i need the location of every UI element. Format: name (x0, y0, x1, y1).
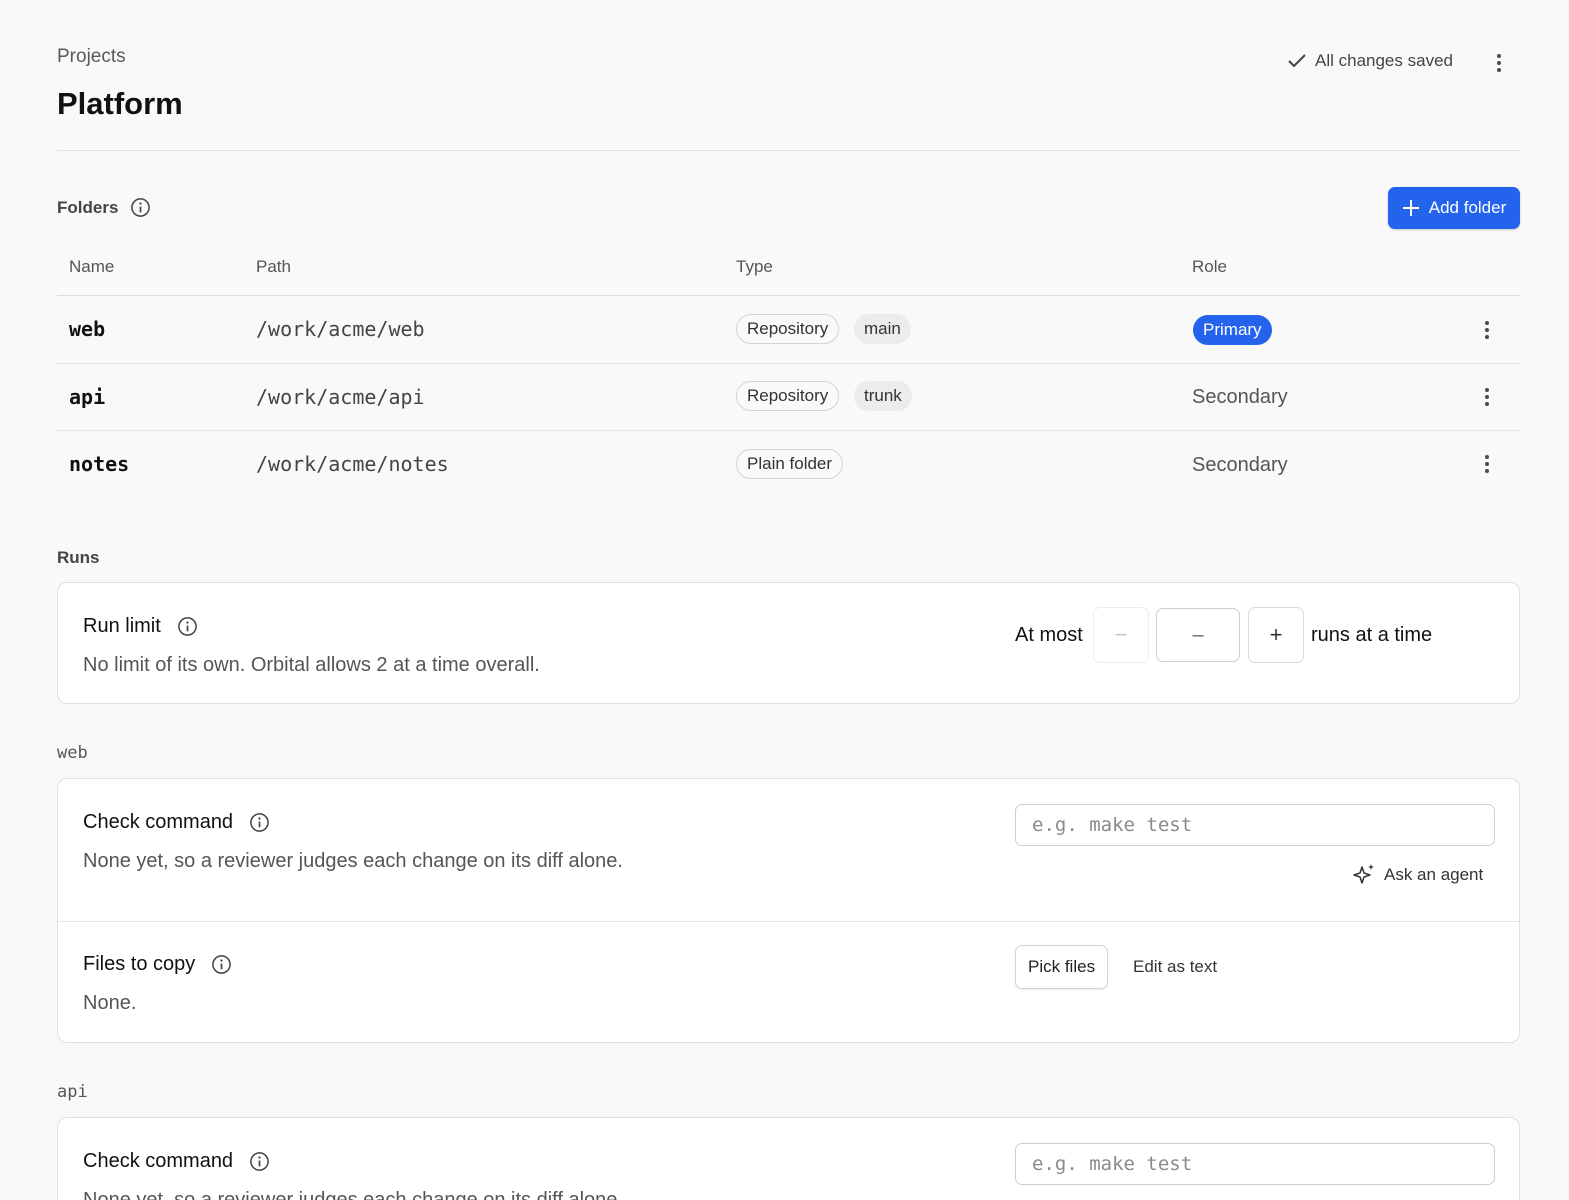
run-limit-title-text: Run limit (83, 615, 161, 637)
branch-chip: main (854, 314, 911, 344)
add-folder-label: Add folder (1428, 198, 1507, 217)
check-command-input[interactable] (1015, 1143, 1495, 1185)
pick-files-button[interactable]: Pick files (1015, 945, 1109, 989)
type-chip: Repository (736, 314, 840, 344)
info-icon[interactable] (211, 954, 232, 975)
folder-path: /work/acme/notes (256, 452, 449, 476)
folder-name: web (69, 317, 106, 341)
folder-path: /work/acme/web (256, 317, 425, 341)
column-header-role: Role (1192, 257, 1227, 276)
type-chip: Plain folder (736, 449, 844, 479)
more-vertical-icon[interactable] (1487, 51, 1511, 75)
folders-section-label: Folders (57, 197, 151, 218)
check-command-description: None yet, so a reviewer judges each chan… (83, 850, 623, 872)
web-settings-card: Check command None yet, so a reviewer ju… (57, 778, 1520, 1043)
table-header-divider (57, 295, 1520, 296)
check-command-title: Check command (83, 811, 270, 834)
ask-agent-button[interactable]: Ask an agent (1352, 863, 1483, 887)
files-to-copy-title-text: Files to copy (83, 953, 196, 975)
type-chip: Repository (736, 381, 840, 411)
info-icon[interactable] (130, 197, 151, 218)
at-most-label: At most (1015, 624, 1083, 646)
ask-agent-label: Ask an agent (1384, 865, 1484, 884)
branch-chip: trunk (854, 381, 912, 411)
folders-label: Folders (57, 197, 119, 217)
web-section-label: web (57, 743, 88, 763)
folder-name: notes (69, 452, 130, 476)
more-vertical-icon[interactable] (1475, 452, 1499, 476)
column-header-path: Path (256, 257, 291, 276)
check-command-description: None yet, so a reviewer judges each chan… (83, 1189, 623, 1200)
check-command-input[interactable] (1015, 804, 1495, 846)
folder-path: /work/acme/api (256, 385, 425, 409)
check-icon (1288, 54, 1306, 68)
row-divider (57, 430, 1520, 431)
plus-icon (1402, 200, 1419, 216)
column-header-name: Name (69, 257, 115, 276)
run-limit-title: Run limit (83, 615, 198, 638)
save-status-text: All changes saved (1315, 51, 1453, 70)
info-icon[interactable] (177, 616, 198, 637)
more-vertical-icon[interactable] (1475, 385, 1499, 409)
edit-as-text-button[interactable]: Edit as text (1133, 957, 1217, 977)
increment-button[interactable]: + (1248, 607, 1304, 663)
decrement-button[interactable]: − (1093, 607, 1149, 663)
info-icon[interactable] (249, 1151, 270, 1172)
run-limit-value[interactable]: – (1156, 608, 1240, 662)
sparkles-icon (1353, 864, 1374, 884)
row-divider (57, 363, 1520, 364)
page-title: Platform (57, 86, 183, 121)
breadcrumb[interactable]: Projects (57, 46, 126, 68)
run-limit-description: No limit of its own. Orbital allows 2 at… (83, 654, 540, 676)
check-command-title-text: Check command (83, 1150, 234, 1172)
files-to-copy-title: Files to copy (83, 953, 232, 976)
role-text: Secondary (1192, 454, 1288, 476)
column-header-type: Type (736, 257, 773, 276)
check-command-title-text: Check command (83, 811, 234, 833)
check-command-title: Check command (83, 1150, 270, 1173)
files-to-copy-description: None. (83, 992, 137, 1014)
runs-section-label: Runs (57, 548, 100, 567)
header-divider (57, 150, 1520, 151)
role-text: Secondary (1192, 386, 1288, 408)
api-settings-card: Check command None yet, so a reviewer ju… (57, 1117, 1520, 1200)
more-vertical-icon[interactable] (1475, 318, 1499, 342)
role-badge: Primary (1193, 315, 1272, 345)
run-limit-card: Run limit No limit of its own. Orbital a… (57, 582, 1520, 704)
info-icon[interactable] (249, 812, 270, 833)
save-status: All changes saved (1288, 51, 1453, 71)
add-folder-button[interactable]: Add folder (1388, 187, 1520, 229)
api-section-label: api (57, 1082, 88, 1102)
folder-name: api (69, 385, 106, 409)
card-divider (58, 921, 1519, 922)
runs-at-a-time-label: runs at a time (1311, 624, 1433, 646)
